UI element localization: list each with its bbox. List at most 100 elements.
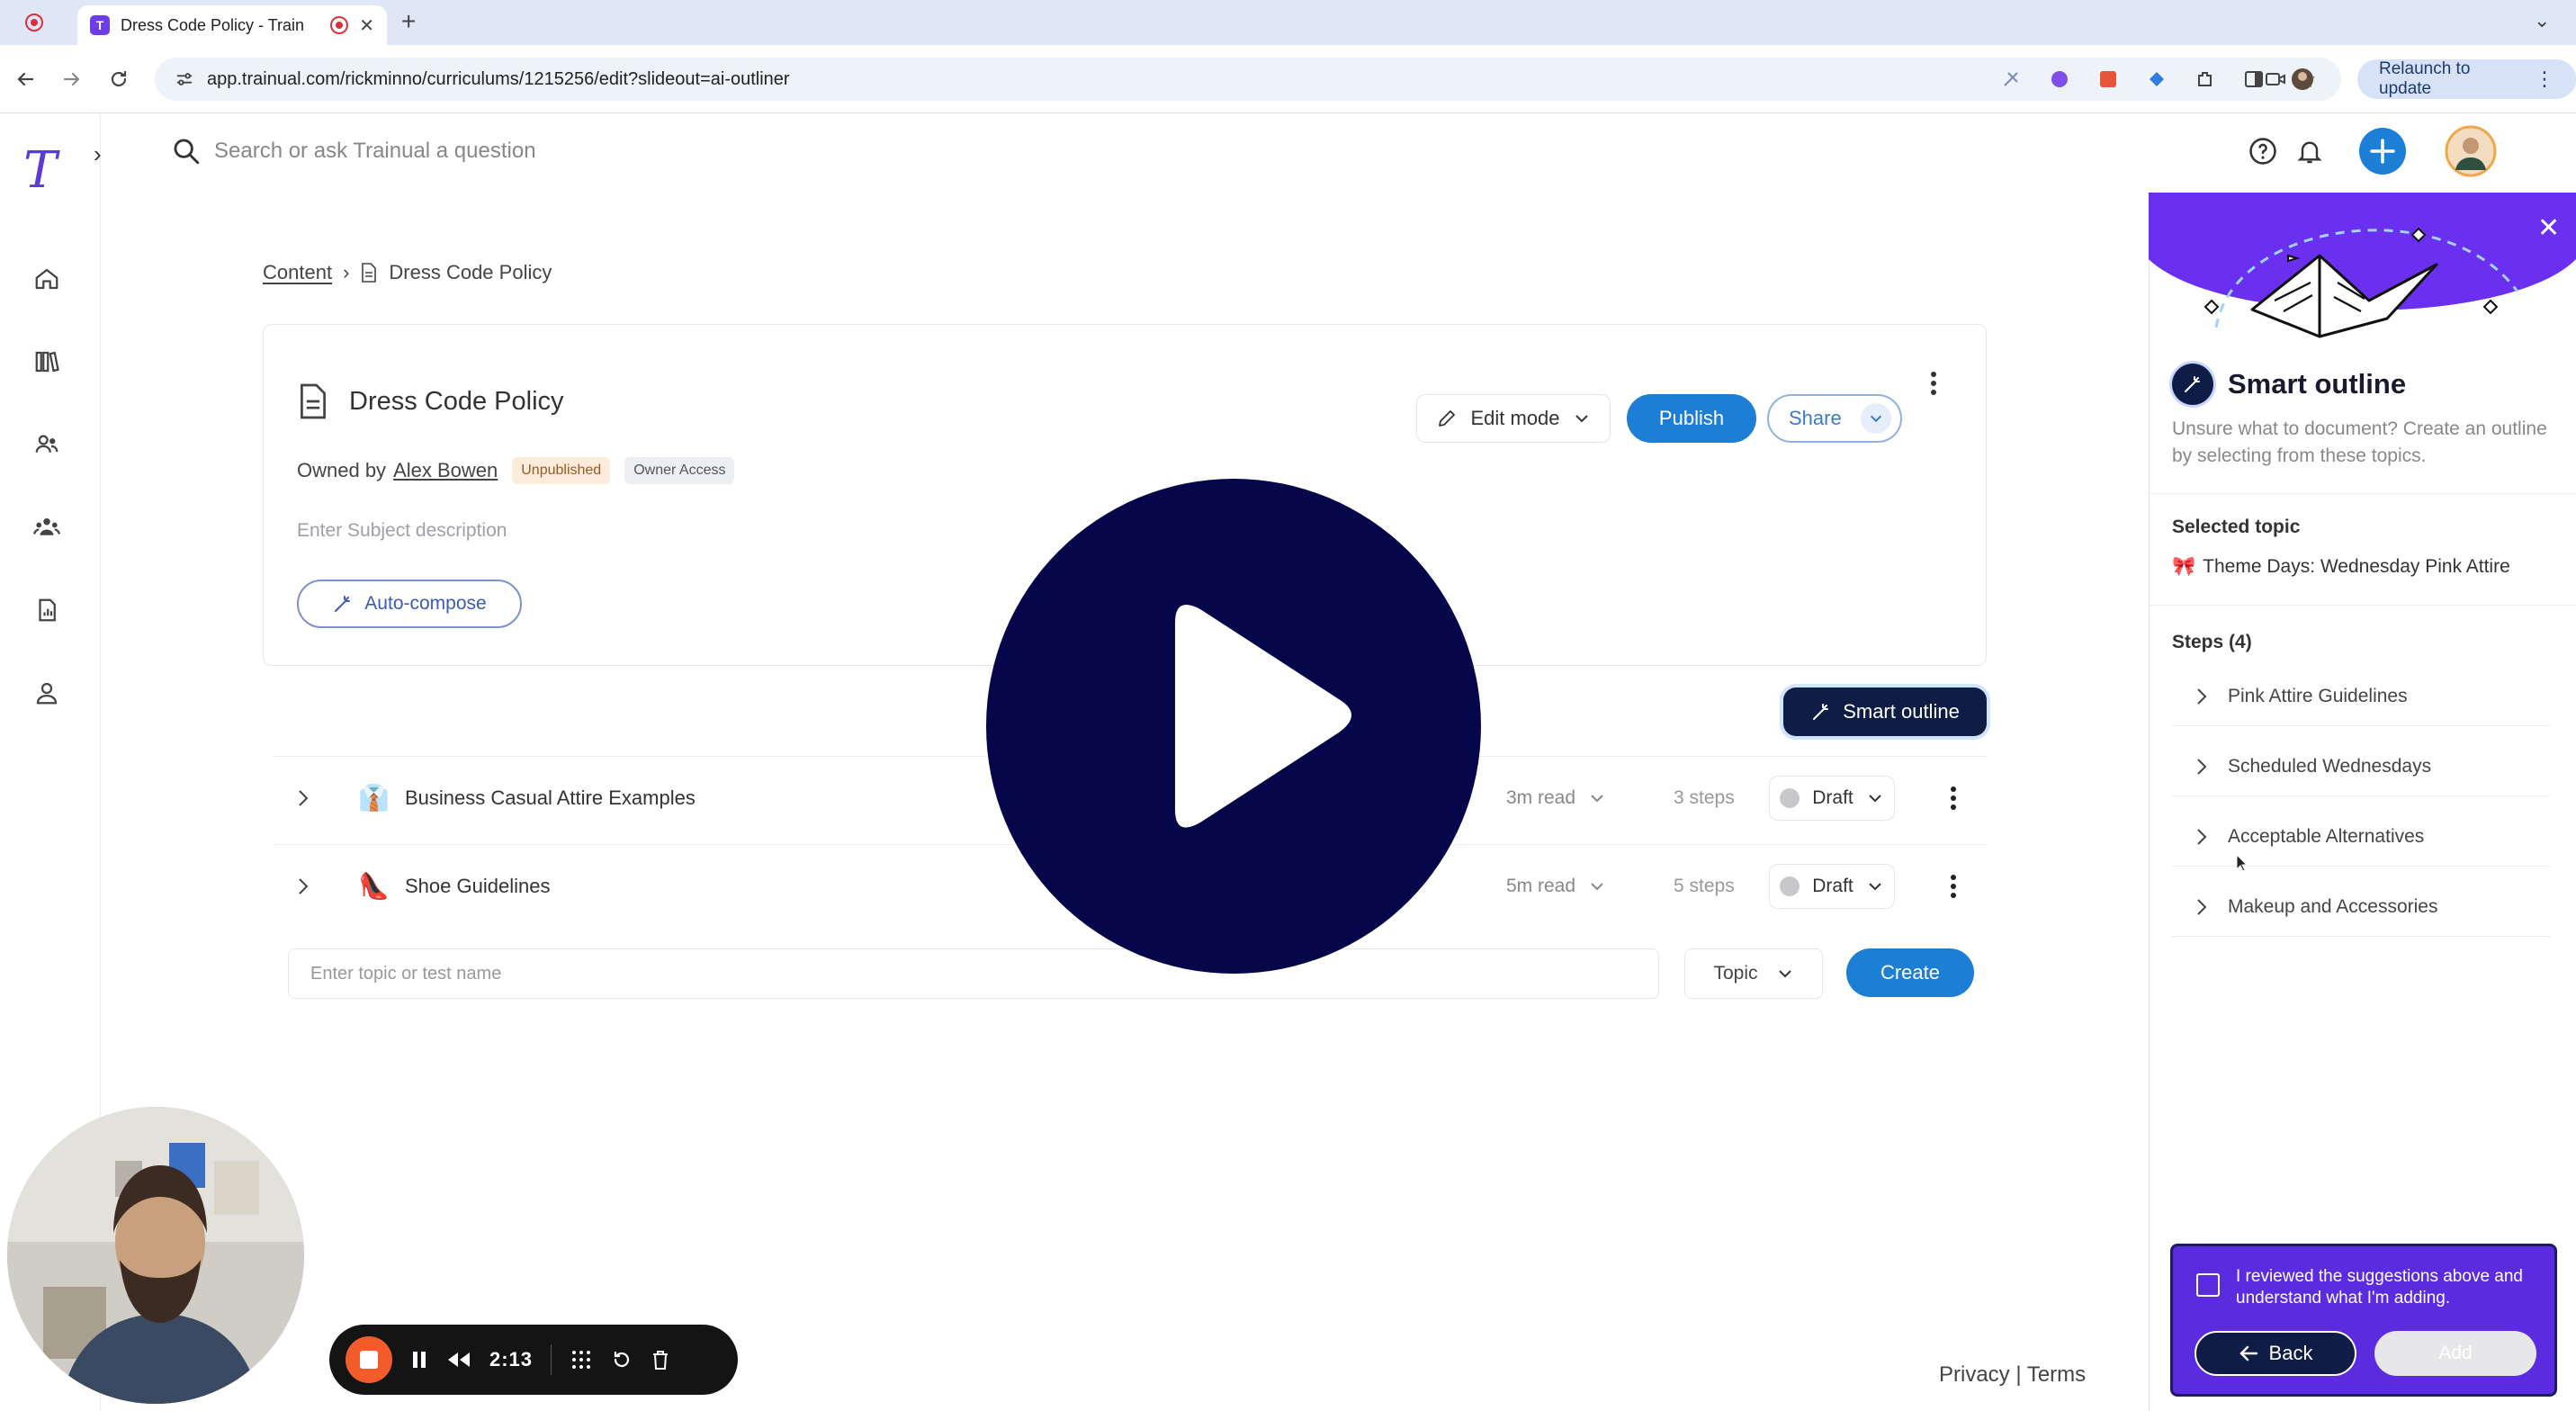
site-settings-icon[interactable] [175,69,194,89]
add-button[interactable]: Add [2374,1331,2536,1376]
auto-compose-button[interactable]: Auto-compose [297,580,522,628]
browser-tab[interactable]: T Dress Code Policy - Train ✕ [77,5,387,45]
panel-divider [2149,493,2576,494]
read-time: 5m read [1506,875,1576,896]
extension-icon[interactable] [2141,64,2172,94]
home-icon[interactable] [27,259,67,299]
new-tab-button[interactable]: + [401,7,416,36]
expand-chevron-icon[interactable] [2195,828,2208,846]
share-chevron-down-icon[interactable] [1861,403,1891,434]
terms-link[interactable]: Terms [2027,1362,2086,1387]
topic-name[interactable]: Business Casual Attire Examples [405,786,696,810]
status-dropdown[interactable]: Draft [1769,775,1895,821]
owner-name-link[interactable]: Alex Bowen [393,459,498,482]
topic-more-options-icon[interactable] [1940,778,1967,818]
search-icon [174,139,200,165]
privacy-link[interactable]: Privacy [1939,1362,2010,1387]
close-panel-icon[interactable]: ✕ [2537,212,2560,244]
topic-more-options-icon[interactable] [1940,867,1967,906]
edit-mode-dropdown[interactable]: Edit mode [1416,394,1611,443]
status-label: Draft [1812,875,1853,896]
subject-description-input[interactable]: Enter Subject description [297,520,507,542]
video-play-button[interactable] [986,479,1481,974]
expand-chevron-icon[interactable] [295,788,311,808]
reports-icon[interactable] [27,590,67,630]
status-dropdown[interactable]: Draft [1769,863,1895,909]
edit-mode-label: Edit mode [1470,407,1560,429]
recorder-divider [551,1344,552,1375]
expand-chevron-icon[interactable] [295,876,311,896]
outline-step[interactable]: Acceptable Alternatives [2172,807,2550,867]
status-badge: Unpublished [512,457,611,484]
extension-icon[interactable] [1996,64,2026,94]
create-button[interactable]: Create [1846,948,1974,997]
share-button[interactable]: Share [1767,394,1902,443]
trash-icon[interactable] [651,1349,670,1371]
extensions-puzzle-icon[interactable] [2190,64,2221,94]
search-input[interactable]: Search or ask Trainual a question [214,139,536,164]
global-search[interactable]: Search or ask Trainual a question [171,131,536,171]
owned-by-label: Owned by [297,459,387,481]
outline-step[interactable]: Pink Attire Guidelines [2172,667,2550,726]
smart-outline-button[interactable]: Smart outline [1783,688,1987,736]
publish-button[interactable]: Publish [1627,394,1756,443]
rewind-icon[interactable] [446,1349,471,1371]
magic-wand-icon [2172,364,2213,405]
expand-chevron-icon[interactable] [2195,898,2208,916]
people-icon[interactable] [27,425,67,464]
selected-topic: 🎀 Theme Days: Wednesday Pink Attire [2172,556,2510,578]
status-dot-icon [1780,787,1800,808]
library-icon[interactable] [27,342,67,382]
subject-title[interactable]: Dress Code Policy [349,387,564,417]
back-arrow-icon[interactable] [7,61,43,97]
topic-name[interactable]: Shoe Guidelines [405,875,550,898]
read-time-dropdown[interactable]: 5m read [1506,876,1606,897]
notifications-bell-icon[interactable] [2289,126,2330,176]
panel-hero-illustration [2149,193,2576,342]
smart-outline-label: Smart outline [1843,700,1960,723]
recording-controls: 2:13 [329,1325,738,1395]
read-time-dropdown[interactable]: 3m read [1506,787,1606,809]
expand-chevron-icon[interactable] [2195,758,2208,776]
expand-chevron-icon[interactable] [2195,688,2208,706]
browser-menu-icon[interactable]: ⋮ [2535,67,2554,91]
breadcrumb-content-link[interactable]: Content [263,261,332,284]
trainual-logo[interactable]: T [23,144,57,198]
side-panel-icon[interactable] [2239,64,2269,94]
recording-indicator-icon [25,13,43,31]
read-time: 3m read [1506,786,1576,808]
chevron-down-icon [1591,794,1603,802]
auto-compose-label: Auto-compose [364,593,487,614]
grid-icon[interactable] [570,1348,593,1371]
expand-nav-chevron-icon[interactable]: › [94,140,102,168]
outline-step[interactable]: Scheduled Wednesdays [2172,737,2550,796]
relaunch-button[interactable]: Relaunch to update ⋮ [2357,59,2576,99]
profile-icon[interactable] [27,673,67,713]
content-type-select[interactable]: Topic [1684,948,1823,999]
reload-icon[interactable] [101,61,137,97]
profile-avatar-icon[interactable] [2287,64,2318,94]
trainual-favicon-icon: T [90,15,110,35]
share-label: Share [1789,407,1842,429]
confirm-checkbox[interactable] [2196,1273,2220,1297]
groups-icon[interactable] [27,508,67,547]
extension-icon[interactable] [2093,64,2123,94]
create-new-button[interactable] [2357,126,2408,176]
forward-arrow-icon[interactable] [54,61,90,97]
topic-emoji-icon: 👠 [358,872,390,900]
stop-recording-button[interactable] [346,1336,392,1383]
relaunch-label: Relaunch to update [2379,59,2471,98]
back-button[interactable]: Back [2195,1331,2356,1376]
user-avatar[interactable] [2444,125,2498,177]
extension-icon[interactable] [2044,64,2075,94]
tab-close-icon[interactable]: ✕ [359,14,374,37]
selected-topic-label: Selected topic [2172,517,2301,537]
panel-description: Unsure what to document? Create an outli… [2172,418,2547,466]
help-icon[interactable] [2242,126,2284,176]
pause-icon[interactable] [410,1349,428,1371]
restart-icon[interactable] [611,1349,633,1371]
outline-step[interactable]: Makeup and Accessories [2172,877,2550,937]
subject-more-options-icon[interactable] [1920,364,1947,403]
tab-search-chevron-icon[interactable]: ⌄ [2534,9,2550,32]
subject-title-row: Dress Code Policy [297,383,564,419]
